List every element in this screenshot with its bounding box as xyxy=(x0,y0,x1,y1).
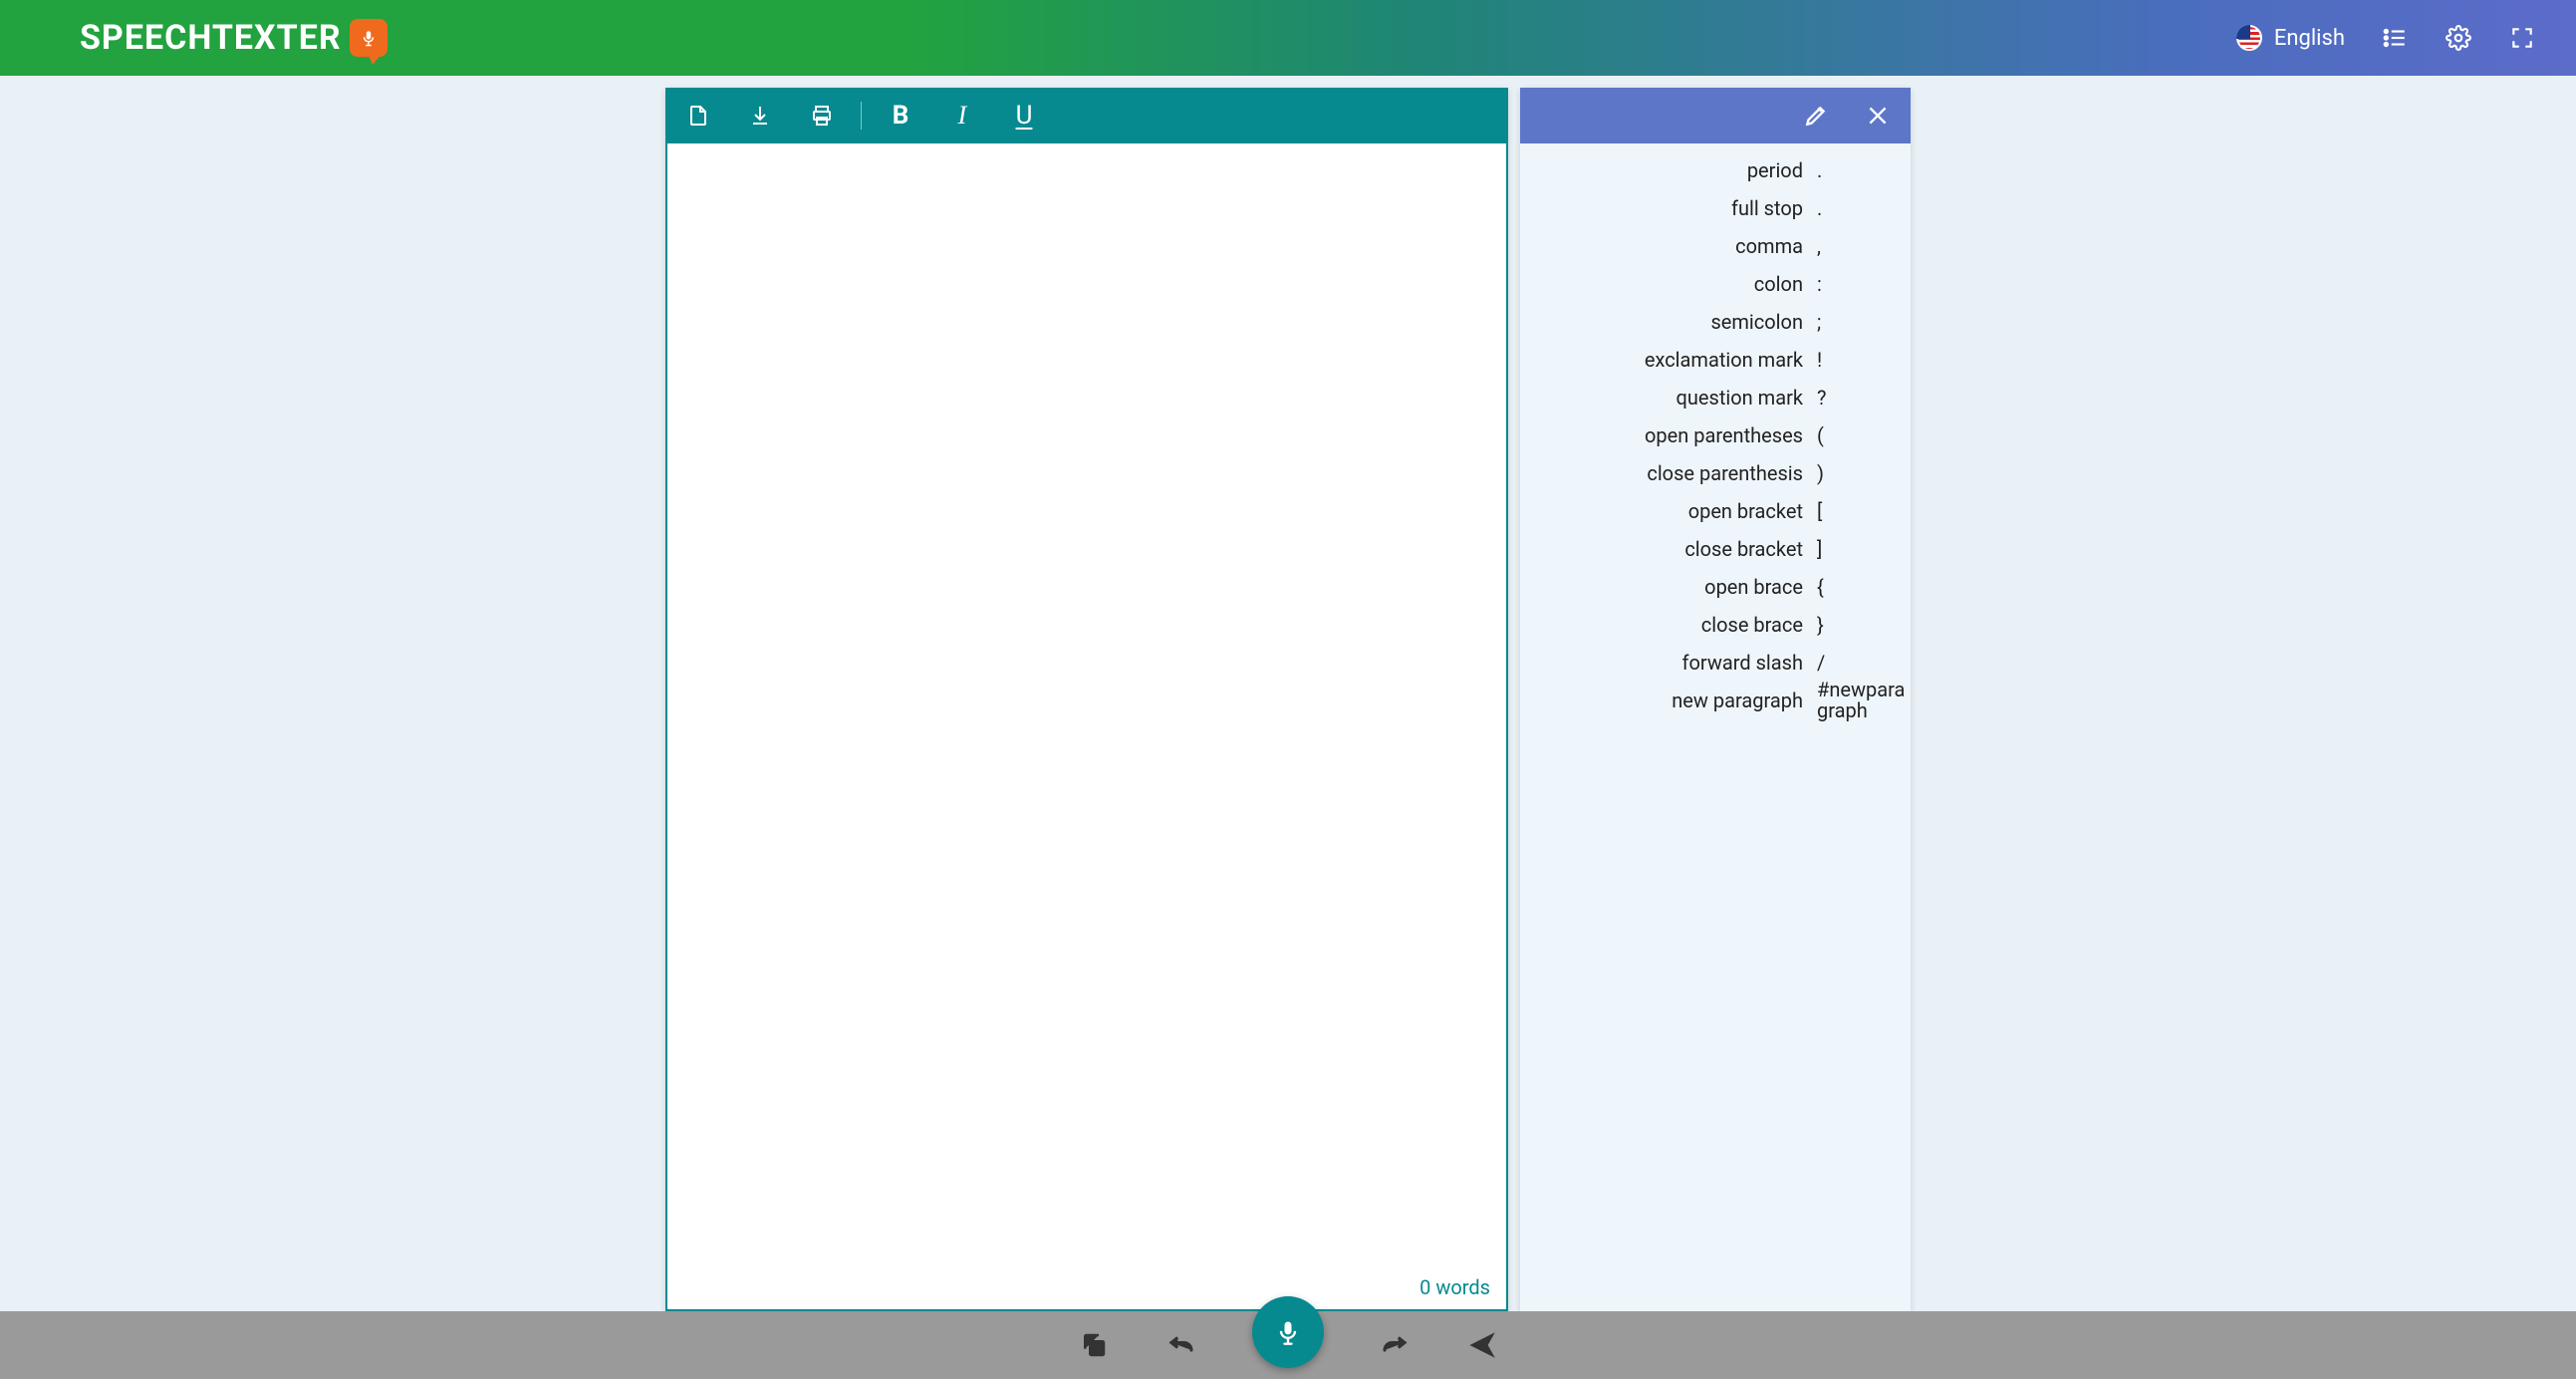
undo-icon xyxy=(1166,1330,1196,1360)
list-icon xyxy=(2382,25,2408,51)
command-symbol: ; xyxy=(1811,312,1907,333)
print-icon xyxy=(810,104,834,128)
command-name: close bracket xyxy=(1520,537,1811,561)
command-symbol: ) xyxy=(1811,463,1907,484)
file-icon xyxy=(686,104,710,128)
mic-button[interactable] xyxy=(1252,1296,1324,1368)
download-button[interactable] xyxy=(743,99,777,133)
command-name: comma xyxy=(1520,234,1811,258)
command-row[interactable]: close parenthesis) xyxy=(1520,454,1907,492)
command-name: open parentheses xyxy=(1520,423,1811,447)
editor-body: 0 words xyxy=(665,143,1508,1311)
editor-panel: B I U 0 words xyxy=(665,88,1508,1311)
app-header: SPEECHTEXTER English xyxy=(0,0,2576,76)
settings-button[interactable] xyxy=(2445,24,2472,52)
command-row[interactable]: open bracket[ xyxy=(1520,492,1907,530)
commands-list: period.full stop.comma,colon:semicolon;e… xyxy=(1520,143,1911,1311)
command-row[interactable]: comma, xyxy=(1520,227,1907,265)
command-name: period xyxy=(1520,158,1811,182)
command-row[interactable]: open brace{ xyxy=(1520,568,1907,606)
fullscreen-icon xyxy=(2509,25,2535,51)
redo-button[interactable] xyxy=(1378,1328,1412,1362)
command-symbol: [ xyxy=(1811,501,1907,522)
mic-icon xyxy=(1274,1318,1302,1346)
undo-button[interactable] xyxy=(1164,1328,1198,1362)
copy-button[interactable] xyxy=(1077,1328,1111,1362)
editor-textarea[interactable] xyxy=(667,143,1506,1309)
command-row[interactable]: open parentheses( xyxy=(1520,416,1907,454)
command-symbol: { xyxy=(1811,577,1907,598)
download-icon xyxy=(748,104,772,128)
commands-panel: period.full stop.comma,colon:semicolon;e… xyxy=(1520,88,1911,1311)
command-symbol: : xyxy=(1811,274,1907,295)
italic-button[interactable]: I xyxy=(945,101,979,131)
command-name: close parenthesis xyxy=(1520,461,1811,485)
command-row[interactable]: close brace} xyxy=(1520,606,1907,644)
bold-button[interactable]: B xyxy=(884,101,917,131)
command-name: question mark xyxy=(1520,386,1811,410)
main-area: B I U 0 words period.full stop.comma,col… xyxy=(0,76,2576,1311)
command-row[interactable]: new paragraph#newparagraph xyxy=(1520,682,1907,719)
command-row[interactable]: question mark? xyxy=(1520,379,1907,416)
command-row[interactable]: close bracket] xyxy=(1520,530,1907,568)
command-symbol: , xyxy=(1811,236,1907,257)
logo-text: SPEECHTEXTER xyxy=(80,18,342,58)
new-document-button[interactable] xyxy=(681,99,715,133)
underline-button[interactable]: U xyxy=(1007,101,1041,131)
command-row[interactable]: colon: xyxy=(1520,265,1907,303)
us-flag-icon xyxy=(2236,25,2262,51)
toolbar-separator xyxy=(861,102,862,130)
workspace: B I U 0 words period.full stop.comma,col… xyxy=(665,88,1911,1311)
redo-icon xyxy=(1380,1330,1410,1360)
command-name: close brace xyxy=(1520,613,1811,637)
send-icon xyxy=(1467,1330,1497,1360)
app-logo[interactable]: SPEECHTEXTER xyxy=(80,18,387,58)
command-row[interactable]: forward slash/ xyxy=(1520,644,1907,682)
commands-header xyxy=(1520,88,1911,143)
command-symbol: / xyxy=(1811,653,1907,674)
command-row[interactable]: full stop. xyxy=(1520,189,1907,227)
command-symbol: . xyxy=(1811,160,1907,181)
command-name: exclamation mark xyxy=(1520,348,1811,372)
command-symbol: . xyxy=(1811,198,1907,219)
command-name: forward slash xyxy=(1520,651,1811,675)
send-button[interactable] xyxy=(1465,1328,1499,1362)
fullscreen-button[interactable] xyxy=(2508,24,2536,52)
command-name: full stop xyxy=(1520,196,1811,220)
command-symbol: ( xyxy=(1811,425,1907,446)
command-row[interactable]: period. xyxy=(1520,151,1907,189)
list-button[interactable] xyxy=(2381,24,2409,52)
language-label: English xyxy=(2274,26,2345,51)
command-name: colon xyxy=(1520,272,1811,296)
command-symbol: #newparagraph xyxy=(1811,680,1907,721)
print-button[interactable] xyxy=(805,99,839,133)
command-symbol: ? xyxy=(1811,388,1907,409)
command-symbol: ] xyxy=(1811,539,1907,560)
edit-icon[interactable] xyxy=(1803,103,1829,129)
word-count: 0 words xyxy=(1419,1275,1490,1299)
command-row[interactable]: semicolon; xyxy=(1520,303,1907,341)
copy-icon xyxy=(1079,1330,1109,1360)
command-name: open bracket xyxy=(1520,499,1811,523)
command-name: new paragraph xyxy=(1520,689,1811,712)
command-row[interactable]: exclamation mark! xyxy=(1520,341,1907,379)
logo-mic-icon xyxy=(350,19,387,57)
bottom-bar xyxy=(0,1311,2576,1379)
command-symbol: ! xyxy=(1811,350,1907,371)
language-selector[interactable]: English xyxy=(2236,25,2345,51)
command-symbol: } xyxy=(1811,615,1907,636)
editor-toolbar: B I U xyxy=(665,88,1508,143)
command-name: open brace xyxy=(1520,575,1811,599)
gear-icon xyxy=(2446,25,2471,51)
command-name: semicolon xyxy=(1520,310,1811,334)
close-icon[interactable] xyxy=(1865,103,1891,129)
